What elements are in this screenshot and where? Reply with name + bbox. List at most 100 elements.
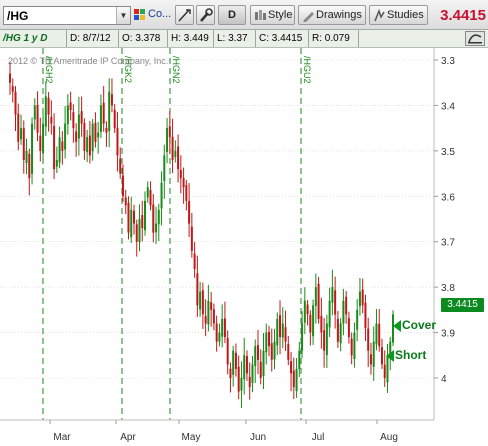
candle-body	[53, 125, 56, 170]
order-label-short[interactable]: Short	[395, 348, 426, 362]
x-tick-label: May	[182, 432, 201, 443]
order-arrow-icon[interactable]	[386, 350, 394, 363]
candle-body	[356, 309, 359, 330]
candle-body	[9, 73, 11, 83]
candle-body	[303, 300, 306, 323]
candle-body	[240, 378, 243, 391]
candle-body	[375, 323, 378, 345]
y-tick-label: 3.9	[441, 329, 455, 340]
candle-body	[72, 112, 75, 129]
company-profile-icon[interactable]	[134, 9, 146, 21]
candle-body	[146, 187, 149, 198]
candle-body	[237, 366, 240, 392]
candle-body	[177, 146, 180, 170]
candle-body	[279, 315, 282, 338]
order-arrow-icon[interactable]	[393, 320, 401, 333]
drawing-mode-button[interactable]: D	[218, 5, 246, 25]
candle-body	[262, 350, 265, 377]
candle-body	[20, 128, 23, 140]
candle-body	[163, 155, 166, 182]
candle-body	[88, 135, 91, 156]
current-price-tag: 3.4415	[441, 298, 484, 312]
candle-body	[168, 126, 171, 138]
candle-body	[33, 105, 36, 120]
candle-body	[138, 219, 141, 243]
candle-body	[99, 105, 102, 132]
candle-body	[127, 202, 130, 233]
candle-body	[155, 223, 158, 233]
symbol-dropdown-icon[interactable]: ▼	[116, 7, 130, 24]
candle-body	[314, 287, 317, 306]
candle-body	[367, 328, 370, 351]
candle-body	[273, 341, 276, 360]
info-open: O: 3.378	[119, 30, 168, 47]
candle-body	[320, 315, 323, 333]
candle-body	[11, 86, 14, 92]
candle-body	[179, 170, 182, 179]
candle-body	[105, 127, 108, 133]
style-icon	[255, 10, 266, 20]
candle-body	[342, 300, 345, 324]
info-bar: /HG 1 y D D: 8/7/12 O: 3.378 H: 3.449 L:…	[0, 30, 488, 48]
toolbar: /HG ▼ Co... D Style Drawings Studies 3.4…	[0, 0, 488, 30]
company-profile-link[interactable]: Co...	[148, 8, 171, 20]
candle-body	[210, 302, 213, 310]
candle-body	[306, 304, 309, 315]
contract-roll-label: /HGU2	[302, 56, 312, 84]
candle-body	[221, 318, 224, 337]
style-button[interactable]: Style	[250, 5, 295, 25]
info-close: C: 3.4415	[256, 30, 309, 47]
candle-body	[55, 159, 58, 167]
wrench-icon[interactable]	[196, 5, 215, 25]
crosshair-tool-icon[interactable]	[175, 5, 194, 25]
candle-body	[182, 178, 185, 188]
candle-body	[80, 111, 83, 124]
candle-body	[372, 341, 375, 367]
candle-body	[174, 150, 177, 157]
candle-body	[270, 343, 273, 360]
x-tick-label: Jul	[312, 432, 325, 443]
candle-body	[102, 102, 105, 124]
studies-icon	[374, 9, 385, 22]
candle-body	[380, 347, 383, 365]
candle-body	[259, 361, 262, 378]
candle-body	[36, 104, 39, 133]
candle-body	[212, 309, 215, 324]
candle-body	[39, 135, 42, 151]
last-price: 3.4415	[440, 7, 486, 24]
x-tick-label: Jun	[250, 432, 266, 443]
candle-body	[149, 190, 152, 206]
candle-body	[47, 97, 50, 115]
symbol-input[interactable]: /HG ▼	[3, 6, 131, 25]
drawings-button[interactable]: Drawings	[298, 5, 366, 25]
candle-body	[204, 316, 207, 324]
candle-body	[287, 343, 290, 360]
chart-title: /HG 1 y D	[0, 30, 67, 47]
chart-settings-icon[interactable]	[465, 31, 485, 46]
candle-body	[245, 356, 248, 374]
candle-body	[124, 197, 127, 206]
candle-body	[325, 323, 328, 356]
candle-body	[254, 346, 257, 366]
candle-body	[22, 128, 25, 160]
candle-body	[28, 153, 31, 179]
y-tick-label: 3.6	[441, 192, 455, 203]
candle-body	[121, 175, 124, 197]
candle-body	[160, 182, 163, 209]
candle-body	[223, 318, 226, 338]
candle-body	[328, 300, 331, 328]
candle-body	[91, 123, 94, 152]
candle-body	[190, 226, 193, 251]
price-chart[interactable]: /HGH2/HGK2/HGN2/HGU2 2012 © TD Ameritrad…	[0, 48, 488, 446]
order-label-cover[interactable]: Cover	[402, 318, 436, 332]
candle-body	[152, 204, 155, 233]
candle-body	[309, 314, 312, 333]
candle-body	[243, 355, 246, 380]
candle-body	[141, 215, 144, 229]
candle-body	[64, 123, 67, 150]
style-label: Style	[268, 9, 293, 21]
candle-body	[58, 137, 61, 163]
candle-body	[69, 102, 72, 110]
y-tick-label: 3.3	[441, 56, 455, 67]
symbol-text: /HG	[7, 9, 29, 23]
